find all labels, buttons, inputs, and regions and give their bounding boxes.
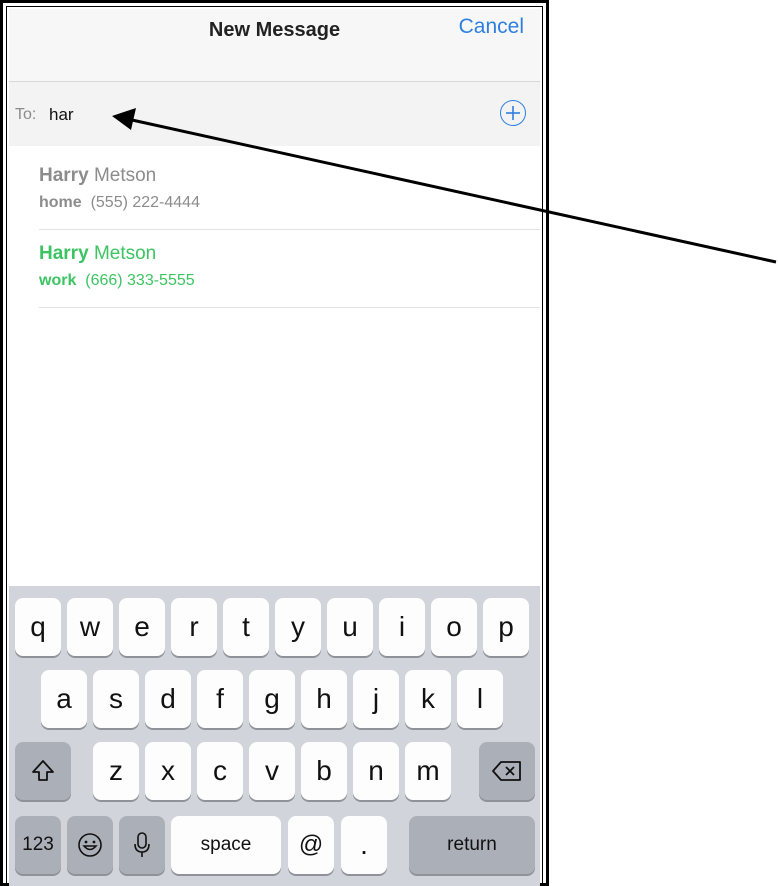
arrow-pointer-icon [112,108,777,264]
